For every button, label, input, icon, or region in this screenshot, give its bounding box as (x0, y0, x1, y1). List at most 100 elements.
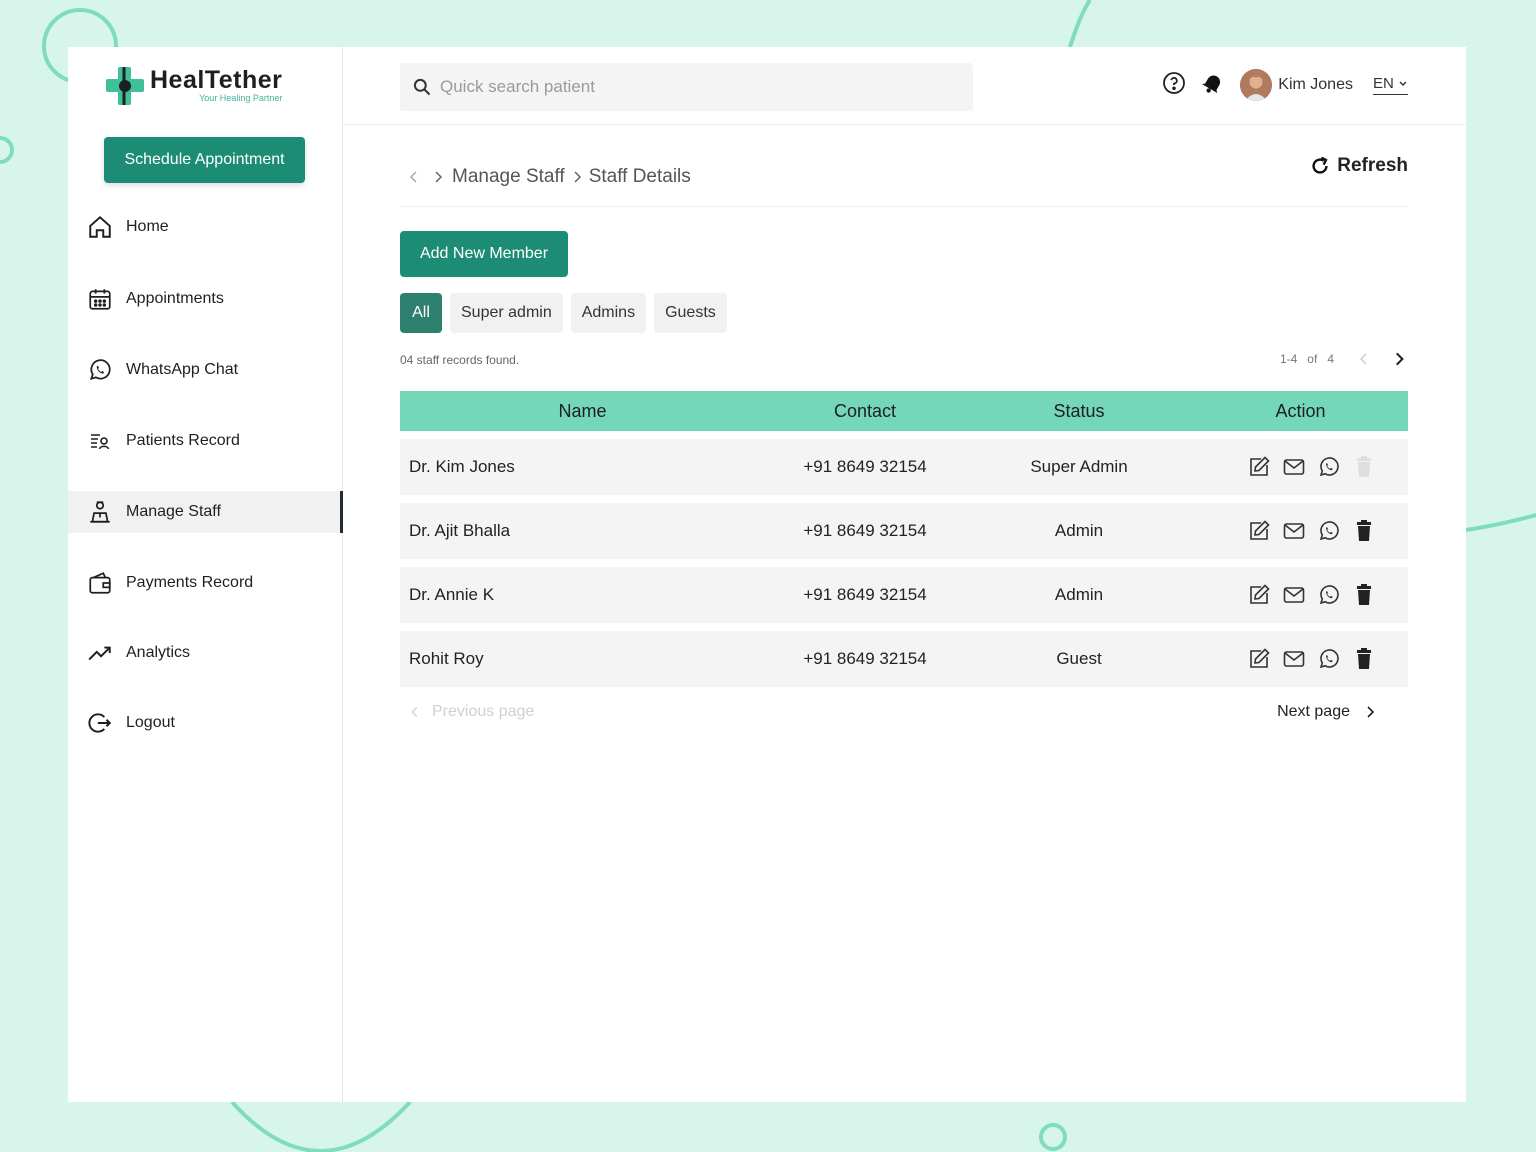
breadcrumb-staff-details: Staff Details (588, 165, 691, 187)
mail-icon[interactable] (1282, 519, 1306, 543)
sidebar: HealTether Your Healing Partner Schedule… (68, 47, 343, 1102)
trash-icon[interactable] (1352, 519, 1376, 543)
patients-record-icon (86, 427, 114, 455)
filter-all[interactable]: All (400, 293, 442, 333)
sidebar-item-label: Patients Record (126, 432, 240, 449)
pager-of: of (1307, 352, 1318, 366)
logout-icon (86, 709, 114, 737)
sidebar-item-payments-record[interactable]: Payments Record (68, 562, 343, 604)
avatar[interactable] (1240, 69, 1273, 101)
mail-icon[interactable] (1282, 583, 1306, 607)
staff-name: Dr. Annie K (409, 585, 495, 604)
whatsapp-icon[interactable] (1317, 455, 1341, 479)
header-status[interactable]: Status (965, 401, 1193, 422)
wallet-icon (86, 569, 114, 597)
pager-bottom: Previous page Next page (400, 703, 1408, 727)
help-icon[interactable] (1162, 71, 1186, 100)
schedule-appointment-button[interactable]: Schedule Appointment (104, 137, 305, 183)
whatsapp-icon[interactable] (1317, 583, 1341, 607)
sidebar-item-manage-staff[interactable]: Manage Staff (68, 491, 343, 533)
refresh-button[interactable]: Refresh (1309, 155, 1408, 177)
table-body: Dr. Kim Jones +91 8649 32154 Super Admin Dr… (400, 439, 1408, 687)
breadcrumb: Manage Staff Staff Details Refresh (400, 147, 1408, 207)
edit-icon[interactable] (1247, 455, 1271, 479)
trash-icon[interactable] (1352, 647, 1376, 671)
staff-contact: +91 8649 32154 (803, 649, 927, 668)
main-content: Kim Jones EN Manage Staff Staff Details … (343, 47, 1466, 1102)
mail-icon[interactable] (1282, 647, 1306, 671)
user-name[interactable]: Kim Jones (1278, 76, 1353, 94)
refresh-icon (1312, 156, 1328, 174)
search-icon (413, 78, 431, 96)
sidebar-item-label: Logout (126, 714, 175, 731)
mail-icon[interactable] (1282, 455, 1306, 479)
sidebar-item-patients-record[interactable]: Patients Record (68, 420, 343, 462)
chevron-right-icon[interactable] (1390, 350, 1408, 368)
sidebar-item-label: Appointments (126, 290, 224, 307)
row-actions (1193, 583, 1408, 607)
table-row[interactable]: Dr. Kim Jones +91 8649 32154 Super Admin (400, 439, 1408, 495)
breadcrumb-manage-staff[interactable]: Manage Staff (452, 166, 565, 188)
refresh-label: Refresh (1337, 155, 1408, 176)
staff-contact: +91 8649 32154 (803, 521, 927, 540)
calendar-icon (86, 285, 114, 313)
next-page-button[interactable]: Next page (1277, 703, 1378, 721)
trend-icon (86, 639, 114, 667)
notification-bell-icon[interactable] (1200, 70, 1226, 101)
sidebar-item-home[interactable]: Home (68, 206, 343, 248)
records-count: 04 staff records found. (400, 353, 520, 367)
table-row[interactable]: Dr. Annie K +91 8649 32154 Admin (400, 567, 1408, 623)
table-row[interactable]: Dr. Ajit Bhalla +91 8649 32154 Admin (400, 503, 1408, 559)
edit-icon[interactable] (1247, 647, 1271, 671)
sidebar-item-analytics[interactable]: Analytics (68, 632, 343, 674)
sidebar-item-label: Manage Staff (126, 503, 221, 520)
sidebar-item-logout[interactable]: Logout (68, 702, 343, 744)
whatsapp-icon (86, 356, 114, 384)
chevron-down-icon (1399, 81, 1407, 86)
chevron-right-icon (1367, 706, 1375, 718)
trash-icon[interactable] (1352, 583, 1376, 607)
sidebar-item-label: Home (126, 218, 169, 235)
medical-cross-icon (106, 67, 144, 105)
chevron-left-icon (411, 707, 418, 717)
table-row[interactable]: Rohit Roy +91 8649 32154 Guest (400, 631, 1408, 687)
pager-range: 1-4 (1279, 352, 1298, 366)
chevron-left-icon[interactable] (1356, 351, 1372, 367)
header-name[interactable]: Name (400, 401, 765, 422)
filter-tabs: All Super admin Admins Guests (400, 293, 727, 333)
filter-super-admin[interactable]: Super admin (450, 293, 563, 333)
chevron-right-icon (574, 170, 581, 183)
whatsapp-icon[interactable] (1317, 647, 1341, 671)
filter-admins[interactable]: Admins (570, 293, 647, 333)
chevron-right-icon (435, 170, 443, 183)
search-box[interactable] (400, 63, 973, 111)
staff-contact: +91 8649 32154 (803, 585, 927, 604)
brand-logo[interactable]: HealTether Your Healing Partner (104, 65, 282, 107)
staff-status: Admin (1054, 521, 1104, 540)
back-chevron-icon[interactable] (406, 169, 422, 185)
row-actions (1193, 455, 1408, 479)
edit-icon[interactable] (1247, 583, 1271, 607)
language-selector[interactable]: EN (1372, 75, 1408, 95)
sidebar-item-appointments[interactable]: Appointments (68, 278, 343, 320)
staff-name: Rohit Roy (409, 649, 484, 668)
staff-name: Dr. Kim Jones (409, 457, 515, 476)
row-actions (1193, 647, 1408, 671)
staff-contact: +91 8649 32154 (803, 457, 927, 476)
staff-status: Guest (1056, 649, 1102, 668)
pager-top: 1-4 of 4 (1280, 350, 1408, 368)
pager-total: 4 (1327, 352, 1334, 366)
filter-guests[interactable]: Guests (654, 293, 727, 333)
sidebar-item-whatsapp-chat[interactable]: WhatsApp Chat (68, 349, 343, 391)
sidebar-item-label: WhatsApp Chat (126, 361, 239, 378)
header-contact[interactable]: Contact (765, 401, 965, 422)
add-new-member-button[interactable]: Add New Member (400, 231, 568, 277)
edit-icon[interactable] (1247, 519, 1271, 543)
staff-status: Admin (1054, 585, 1104, 604)
whatsapp-icon[interactable] (1317, 519, 1341, 543)
row-actions (1193, 519, 1408, 543)
search-input[interactable] (440, 77, 940, 97)
staff-icon (86, 498, 114, 526)
staff-name: Dr. Ajit Bhalla (409, 521, 511, 540)
previous-page-button[interactable]: Previous page (408, 703, 534, 721)
